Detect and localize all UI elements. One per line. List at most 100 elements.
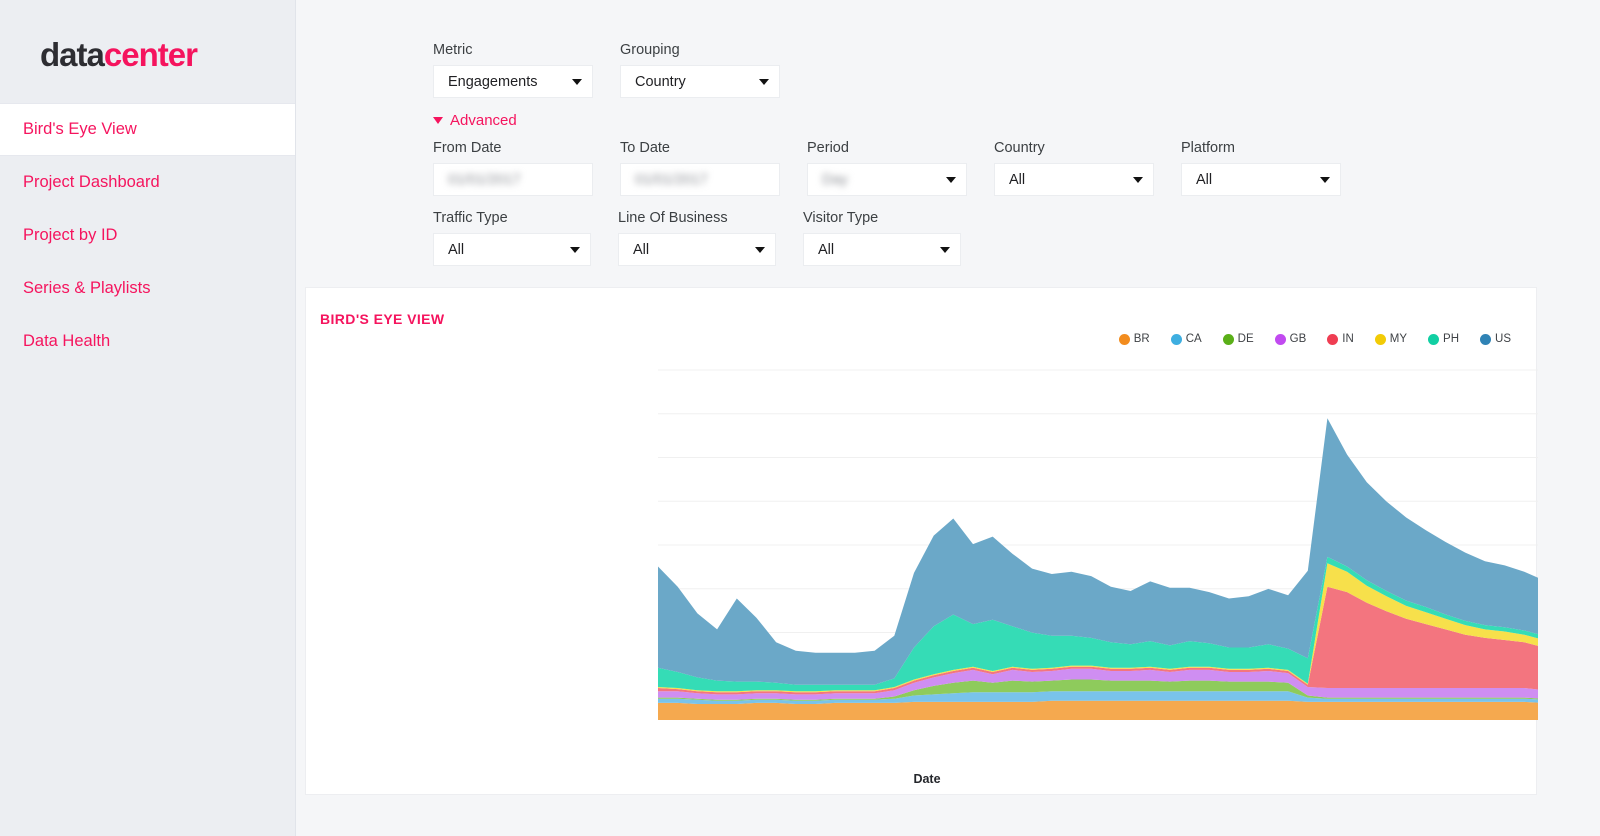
legend-color-dot-icon [1222, 333, 1234, 345]
filter-value-grouping: Country [635, 73, 686, 90]
sidebar-item-label: Project Dashboard [23, 173, 160, 191]
sidebar-item-label: Bird's Eye View [23, 120, 137, 138]
select-visitor-type[interactable]: All [803, 233, 961, 266]
x-axis-title: Date [306, 772, 1538, 786]
filter-value-from-date: 01/01/2017 [448, 171, 521, 188]
select-line-of-business[interactable]: All [618, 233, 776, 266]
filter-label-metric: Metric [433, 42, 473, 58]
chevron-down-icon [572, 78, 582, 85]
filter-field-grouping: Grouping Country [620, 42, 780, 98]
chevron-down-icon [433, 117, 443, 124]
filter-value-to-date: 01/01/2017 [635, 171, 708, 188]
legend-color-dot-icon [1170, 333, 1182, 345]
chart-area: Date [306, 360, 1538, 796]
filter-label-line-of-business: Line Of Business [618, 210, 728, 226]
chevron-down-icon [1320, 176, 1330, 183]
filter-label-to-date: To Date [620, 140, 670, 156]
birds-eye-view-card: BIRD'S EYE VIEW BR CA DE GB IN MY PH US Date [305, 287, 1538, 796]
select-traffic-type[interactable]: All [433, 233, 591, 266]
legend-item-br[interactable]: BR [1118, 333, 1150, 345]
legend-label: US [1495, 333, 1511, 345]
filter-label-from-date: From Date [433, 140, 502, 156]
legend-item-ph[interactable]: PH [1428, 333, 1459, 345]
legend-label: BR [1133, 333, 1150, 345]
select-period[interactable]: Day [807, 163, 967, 196]
card-title: BIRD'S EYE VIEW [320, 311, 445, 327]
sidebar-item-data-health[interactable]: Data Health [0, 315, 295, 368]
chevron-down-icon [570, 246, 580, 253]
x-axis-title-label: Date [913, 772, 941, 786]
chevron-down-icon [946, 176, 956, 183]
filter-field-visitor-type: Visitor Type All [803, 210, 961, 266]
main-content: Metric Engagements Grouping Country Advance… [296, 0, 1600, 836]
sidebar: datacenter Bird's Eye View Project Dashbo… [0, 0, 296, 836]
select-country[interactable]: All [994, 163, 1154, 196]
sidebar-item-label: Series & Playlists [23, 279, 151, 297]
legend-color-dot-icon [1118, 333, 1130, 345]
legend-label: IN [1342, 333, 1354, 345]
legend-item-my[interactable]: MY [1374, 333, 1408, 345]
chevron-down-icon [755, 246, 765, 253]
legend-color-dot-icon [1327, 333, 1339, 345]
filter-label-country: Country [994, 140, 1045, 156]
advanced-toggle[interactable]: Advanced [433, 112, 517, 129]
filter-value-platform: All [1196, 171, 1213, 188]
legend-color-dot-icon [1428, 333, 1440, 345]
app-root: datacenter Bird's Eye View Project Dashbo… [0, 0, 1600, 836]
filter-panel: Metric Engagements Grouping Country Advance… [296, 0, 1600, 266]
filter-field-platform: Platform All [1181, 140, 1341, 196]
legend-label: DE [1237, 333, 1254, 345]
legend-item-ca[interactable]: CA [1170, 333, 1202, 345]
sidebar-item-bird-s-eye-view[interactable]: Bird's Eye View [0, 103, 295, 156]
legend-label: MY [1389, 333, 1408, 345]
app-logo[interactable]: datacenter [0, 30, 295, 71]
sidebar-item-label: Data Health [23, 332, 111, 350]
legend-label: PH [1443, 333, 1460, 345]
filter-label-platform: Platform [1181, 140, 1235, 156]
filter-value-country: All [1009, 171, 1026, 188]
select-metric[interactable]: Engagements [433, 65, 593, 98]
filter-field-to-date: To Date 01/01/2017 [620, 140, 780, 196]
select-platform[interactable]: All [1181, 163, 1341, 196]
filter-label-grouping: Grouping [620, 42, 680, 58]
filter-value-visitor-type: All [818, 241, 835, 258]
filter-field-traffic-type: Traffic Type All [433, 210, 591, 266]
legend-item-in[interactable]: IN [1327, 333, 1354, 345]
sidebar-item-series-playlists[interactable]: Series & Playlists [0, 262, 295, 315]
advanced-toggle-label: Advanced [450, 112, 517, 129]
filter-row-advanced-2: Traffic Type All Line Of Business All Visito… [433, 210, 1600, 266]
legend-item-us[interactable]: US [1480, 333, 1511, 345]
filter-value-period: Day [822, 171, 848, 188]
legend-item-de[interactable]: DE [1222, 333, 1254, 345]
legend-label: GB [1289, 333, 1307, 345]
chart-legend: BR CA DE GB IN MY PH US [1098, 333, 1511, 345]
filter-label-traffic-type: Traffic Type [433, 210, 508, 226]
chevron-down-icon [759, 78, 769, 85]
logo-text-data: data [40, 36, 105, 73]
filter-row-primary: Metric Engagements Grouping Country [433, 42, 1600, 98]
filter-row-advanced-1: From Date 01/01/2017 To Date 01/01/2017 Peri… [433, 140, 1600, 196]
legend-color-dot-icon [1480, 333, 1492, 345]
date-input-to-date[interactable]: 01/01/2017 [620, 163, 780, 196]
filter-value-traffic-type: All [448, 241, 465, 258]
select-grouping[interactable]: Country [620, 65, 780, 98]
logo-text-center: center [103, 36, 198, 73]
legend-color-dot-icon [1374, 333, 1386, 345]
filter-field-line-of-business: Line Of Business All [618, 210, 776, 266]
filter-field-from-date: From Date 01/01/2017 [433, 140, 593, 196]
filter-field-metric: Metric Engagements [433, 42, 593, 98]
filter-field-country: Country All [994, 140, 1154, 196]
filter-label-visitor-type: Visitor Type [803, 210, 879, 226]
date-input-from-date[interactable]: 01/01/2017 [433, 163, 593, 196]
stacked-area-chart[interactable] [306, 360, 1538, 796]
sidebar-item-project-by-id[interactable]: Project by ID [0, 209, 295, 262]
chevron-down-icon [940, 246, 950, 253]
legend-label: CA [1185, 333, 1202, 345]
legend-color-dot-icon [1274, 333, 1286, 345]
filter-value-metric: Engagements [448, 73, 538, 90]
sidebar-item-project-dashboard[interactable]: Project Dashboard [0, 156, 295, 209]
legend-item-gb[interactable]: GB [1274, 333, 1307, 345]
sidebar-nav: Bird's Eye View Project Dashboard Project … [0, 103, 295, 368]
filter-value-line-of-business: All [633, 241, 650, 258]
filter-label-period: Period [807, 140, 849, 156]
